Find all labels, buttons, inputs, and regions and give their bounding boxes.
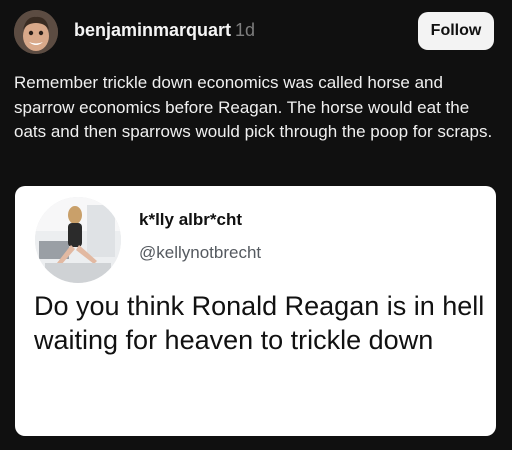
follow-button[interactable]: Follow	[418, 12, 494, 50]
username-row: benjaminmarquart 1d	[74, 20, 255, 41]
quoted-handle: @kellynotbrecht	[139, 243, 262, 262]
quoted-avatar-photo	[35, 197, 121, 283]
avatar-photo	[14, 10, 58, 54]
post-header: benjaminmarquart 1d Follow	[14, 10, 498, 54]
quoted-display-name: k*lly albr*cht	[139, 210, 242, 229]
timestamp: 1d	[235, 20, 256, 40]
avatar[interactable]	[14, 10, 58, 54]
post-text: Remember trickle down economics was call…	[14, 73, 493, 141]
quoted-post-card[interactable]: k*lly albr*cht @kellynotbrecht Do you th…	[15, 186, 496, 436]
quoted-avatar	[35, 197, 121, 283]
username[interactable]: benjaminmarquart	[74, 20, 231, 40]
quoted-post-text: Do you think Ronald Reagan is in hell wa…	[34, 291, 485, 355]
post: benjaminmarquart 1d Follow Remember trick…	[0, 0, 512, 450]
